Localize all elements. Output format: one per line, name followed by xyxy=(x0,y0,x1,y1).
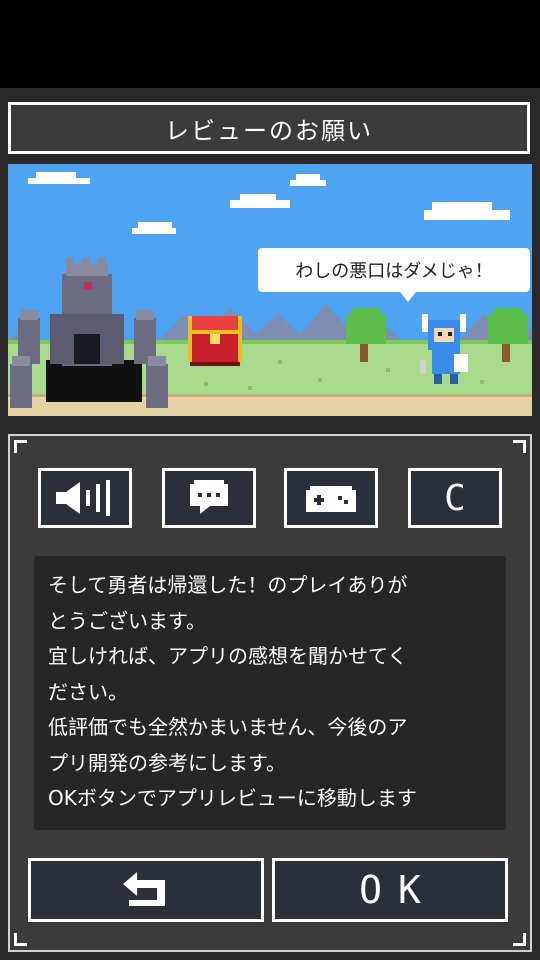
back-button[interactable] xyxy=(28,858,264,922)
ok-button[interactable]: OK xyxy=(272,858,508,922)
corner-decoration xyxy=(513,440,526,453)
controller-button[interactable] xyxy=(284,468,378,528)
speech-bubble: わしの悪口はダメじゃ！ xyxy=(258,248,530,292)
message-line: OKボタンでアプリレビューに移動します xyxy=(48,786,417,810)
message-line: 宜しければ、アプリの感想を聞かせてく xyxy=(48,644,408,668)
dialog-title-bar: レビューのお願い xyxy=(8,102,530,154)
sound-button[interactable] xyxy=(38,468,132,528)
review-dialog: レビューのお願い わしの悪口はダメじゃ！ C そして勇者は帰還した！のプレイあり… xyxy=(0,88,540,960)
speech-bubble-icon xyxy=(190,480,228,514)
message-line: プリ開発の参考にします。 xyxy=(48,750,286,775)
message-box: そして勇者は帰還した！のプレイありが とうございます。 宜しければ、アプリの感想… xyxy=(34,556,506,830)
gamepad-icon xyxy=(306,486,356,512)
game-scene: わしの悪口はダメじゃ！ xyxy=(8,164,532,416)
speech-bubble-tail xyxy=(400,292,416,302)
corner-decoration xyxy=(14,933,27,946)
chat-button[interactable] xyxy=(162,468,256,528)
corner-decoration xyxy=(14,440,27,453)
credit-label: C xyxy=(444,477,466,519)
message-line: とうございます。 xyxy=(48,608,206,633)
corner-decoration xyxy=(513,933,526,946)
back-arrow-icon xyxy=(123,872,165,906)
review-panel: C そして勇者は帰還した！のプレイありが とうございます。 宜しければ、アプリの… xyxy=(8,434,532,952)
message-line: ださい。 xyxy=(48,679,128,704)
top-bar xyxy=(0,0,540,88)
speech-text: わしの悪口はダメじゃ！ xyxy=(295,261,493,282)
ok-label: OK xyxy=(359,868,437,912)
message-line: そして勇者は帰還した！のプレイありが xyxy=(48,573,408,597)
speaker-icon xyxy=(56,480,110,516)
dialog-title: レビューのお願い xyxy=(165,116,373,145)
message-line: 低評価でも全然かまいません、今後のア xyxy=(48,715,408,739)
credit-button[interactable]: C xyxy=(408,468,502,528)
